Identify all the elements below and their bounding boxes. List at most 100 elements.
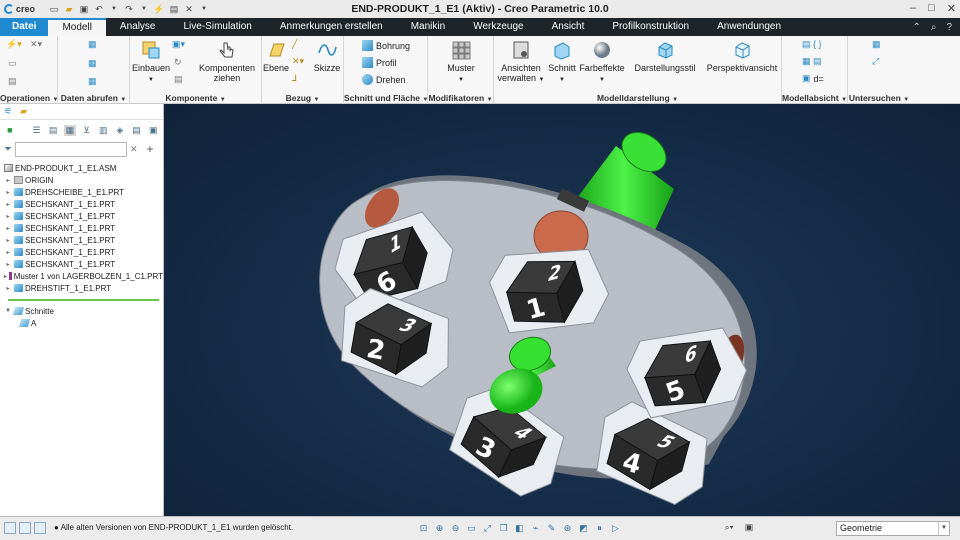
regenerate-button[interactable]: ⚡▾ bbox=[6, 39, 22, 50]
expand-icon[interactable]: ▸ bbox=[4, 237, 12, 244]
muster-button[interactable]: Muster ▼ bbox=[438, 39, 484, 85]
regenerate-icon[interactable]: ⚡ bbox=[153, 4, 165, 15]
close-icon[interactable]: ✕ bbox=[947, 2, 956, 15]
chevron-down-icon[interactable]: ▼ bbox=[938, 522, 949, 535]
undo-icon[interactable]: ↶ bbox=[93, 4, 105, 15]
zoom-fit-icon[interactable]: ⊡ bbox=[418, 522, 429, 534]
ansichten-verwalten-button[interactable]: Ansichten verwalten ▼ bbox=[496, 39, 546, 85]
datum-display-icon[interactable]: ⌁ bbox=[530, 522, 541, 534]
show-tree-icon[interactable]: ☰ bbox=[31, 125, 43, 136]
redo-dropdown-icon[interactable]: ▼ bbox=[138, 4, 150, 15]
tab-manikin[interactable]: Manikin bbox=[397, 18, 459, 36]
switch-dimensions-button[interactable]: ▦ ▤ bbox=[802, 56, 822, 67]
help-icon[interactable]: ? bbox=[946, 22, 952, 33]
einbauen-button[interactable]: Einbauen ▼ bbox=[132, 39, 170, 85]
customize-toolbar-icon[interactable]: ▼ bbox=[198, 4, 210, 15]
darstellungsstil-button[interactable]: Darstellungsstil bbox=[628, 39, 702, 73]
view-orient-icon[interactable]: ⤢ bbox=[482, 522, 493, 534]
undo-dropdown-icon[interactable]: ▼ bbox=[108, 4, 120, 15]
tree-columns-icon[interactable]: ▤ bbox=[47, 125, 59, 136]
expand-icon[interactable]: ▸ bbox=[4, 225, 12, 232]
close-window-icon[interactable]: ✕ bbox=[183, 4, 195, 15]
ebene-button[interactable]: Ebene bbox=[263, 39, 289, 73]
selection-buffer-icon[interactable]: ▣ bbox=[742, 522, 756, 534]
tab-modell[interactable]: Modell bbox=[48, 18, 106, 36]
tree-display-icon[interactable]: ◈ bbox=[114, 125, 126, 136]
farbeffekte-button[interactable]: Farbeffekte ▼ bbox=[578, 39, 626, 85]
group-label-komponente[interactable]: Komponente ▼ bbox=[130, 93, 261, 103]
tab-anmerkungen-erstellen[interactable]: Anmerkungen erstellen bbox=[266, 18, 397, 36]
tree-item[interactable]: ▸ SECHSKANT_1_E1.PRT bbox=[4, 258, 163, 270]
perspektivansicht-button[interactable]: Perspektivansicht bbox=[704, 39, 780, 73]
paste-button[interactable]: ▤ bbox=[8, 76, 17, 87]
tree-item[interactable]: ▸ DREHSTIFT_1_E1.PRT bbox=[4, 282, 163, 294]
tree-search-input[interactable] bbox=[15, 141, 127, 157]
tab-profilkonstruktion[interactable]: Profilkonstruktion bbox=[598, 18, 703, 36]
expand-icon[interactable]: ▸ bbox=[4, 249, 12, 256]
komponenten-ziehen-button[interactable]: Komponenten ziehen bbox=[194, 39, 260, 83]
datum-axis-button[interactable]: ╱ bbox=[292, 39, 297, 50]
animate-icon[interactable]: ▷ bbox=[610, 522, 621, 534]
add-filter-icon[interactable]: + bbox=[147, 142, 154, 156]
windows-icon[interactable]: ▤ bbox=[168, 4, 180, 15]
tree-settings-icon[interactable]: ▥ bbox=[97, 125, 109, 136]
group-label-schnitt-flaeche[interactable]: Schnitt und Fläche ▼ bbox=[344, 93, 428, 103]
profil-button[interactable]: Profil bbox=[362, 57, 397, 68]
mirror-component-button[interactable]: ▤ bbox=[174, 74, 183, 85]
tree-sections-folder[interactable]: ▼ Schnitte bbox=[4, 305, 163, 317]
group-label-modifikatoren[interactable]: Modifikatoren ▼ bbox=[428, 93, 493, 103]
save-icon[interactable]: ▣ bbox=[78, 4, 90, 15]
relations-button[interactable]: ▣ d= bbox=[802, 73, 824, 84]
collapse-ribbon-icon[interactable]: ⌃ bbox=[912, 22, 920, 33]
tree-section-item[interactable]: A bbox=[4, 317, 163, 329]
tab-werkzeuge[interactable]: Werkzeuge bbox=[459, 18, 537, 36]
toggle-browser-icon[interactable] bbox=[19, 522, 31, 534]
saved-views-icon[interactable]: ❒ bbox=[498, 522, 509, 534]
drehen-button[interactable]: Drehen bbox=[362, 74, 406, 85]
tree-root[interactable]: END-PRODUKT_1_E1.ASM bbox=[4, 162, 163, 174]
expand-icon[interactable]: ▸ bbox=[4, 261, 12, 268]
schnitt-button[interactable]: Schnitt ▼ bbox=[546, 39, 578, 85]
clear-filter-icon[interactable]: ✕ bbox=[130, 144, 138, 155]
group-label-bezug[interactable]: Bezug ▼ bbox=[262, 93, 343, 103]
tree-item[interactable]: ▸ SECHSKANT_1_E1.PRT bbox=[4, 222, 163, 234]
tree-filter-icon[interactable]: ⊻ bbox=[81, 125, 93, 136]
parameters-button[interactable]: ▤ { } bbox=[802, 39, 822, 50]
skizze-button[interactable]: Skizze bbox=[312, 39, 342, 73]
coordinate-system-button[interactable]: ⅃ bbox=[292, 73, 297, 84]
tree-item[interactable]: ▸ SECHSKANT_1_E1.PRT bbox=[4, 234, 163, 246]
tab-analyse[interactable]: Analyse bbox=[106, 18, 170, 36]
copy-button[interactable]: ▭ bbox=[8, 58, 17, 69]
investigate-button-2[interactable]: ⤢ bbox=[872, 56, 879, 67]
group-label-untersuchen[interactable]: Untersuchen ▼ bbox=[848, 93, 910, 103]
copy-geometry-button[interactable]: ▦ bbox=[88, 58, 97, 69]
tree-item[interactable]: ▸ SECHSKANT_1_E1.PRT bbox=[4, 246, 163, 258]
investigate-button-1[interactable]: ▦ bbox=[872, 39, 881, 50]
tree-sort-icon[interactable]: ▤ bbox=[131, 125, 143, 136]
group-label-daten-abrufen[interactable]: Daten abrufen ▼ bbox=[58, 93, 129, 103]
tab-live-simulation[interactable]: Live-Simulation bbox=[170, 18, 266, 36]
collapse-icon[interactable]: ▼ bbox=[4, 308, 12, 314]
user-defined-feature-button[interactable]: ▦ bbox=[88, 39, 97, 50]
graphics-window[interactable]: 611223344556 bbox=[164, 104, 960, 516]
toggle-navigator-icon[interactable] bbox=[4, 522, 16, 534]
tree-item[interactable]: ▸ ORIGIN bbox=[4, 174, 163, 186]
display-style-status-icon[interactable]: ◧ bbox=[514, 522, 525, 534]
section-view-icon[interactable]: ◩ bbox=[578, 522, 589, 534]
group-label-modelldarstellung[interactable]: Modelldarstellung ▼ bbox=[494, 93, 781, 103]
model-tree-tab-icon[interactable]: ⚟ bbox=[4, 106, 16, 118]
create-component-button[interactable]: ▣▾ bbox=[172, 39, 185, 50]
expand-icon[interactable]: ▸ bbox=[4, 285, 12, 292]
expand-icon[interactable]: ▸ bbox=[4, 213, 12, 220]
expand-icon[interactable]: ▸ bbox=[4, 189, 12, 196]
expand-icon[interactable]: ▸ bbox=[4, 273, 7, 280]
tab-ansicht[interactable]: Ansicht bbox=[538, 18, 599, 36]
group-label-modellabsicht[interactable]: Modellabsicht ▼ bbox=[782, 93, 847, 103]
full-screen-icon[interactable] bbox=[34, 522, 46, 534]
minimize-icon[interactable]: – bbox=[910, 2, 916, 15]
new-file-icon[interactable]: ▭ bbox=[48, 4, 60, 15]
tree-item[interactable]: ▸ Muster 1 von LAGERBOLZEN_1_C1.PRT bbox=[4, 270, 163, 282]
folder-browser-tab-icon[interactable]: ▰ bbox=[20, 106, 32, 118]
group-label-operationen[interactable]: Operationen ▼ bbox=[0, 93, 58, 103]
tree-layers-icon[interactable]: ▦ bbox=[64, 124, 76, 136]
